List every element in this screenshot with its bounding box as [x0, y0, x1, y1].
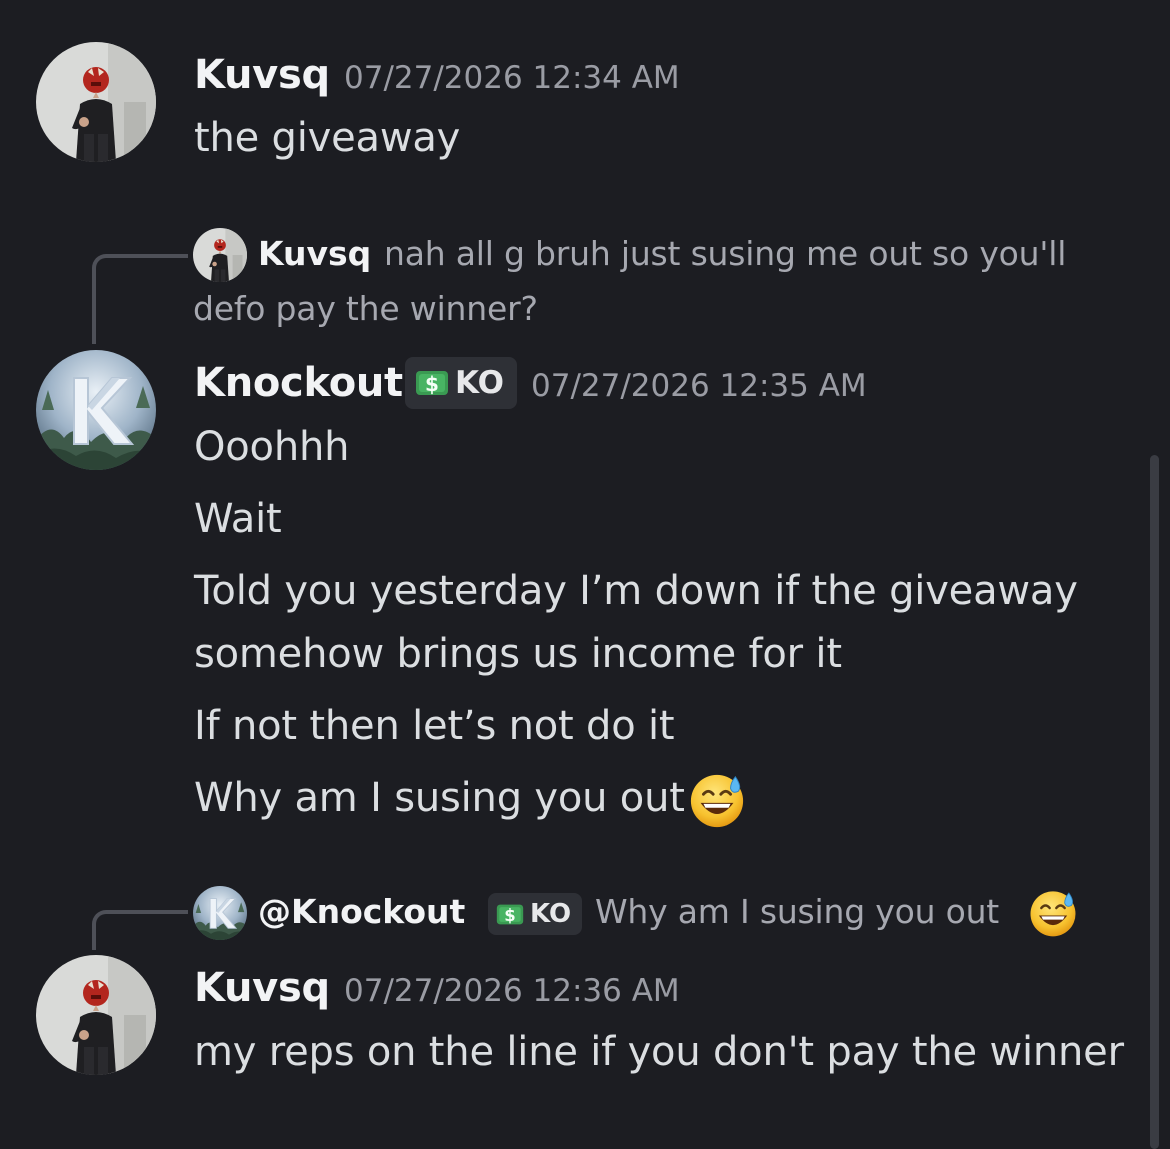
reply-spine	[92, 910, 188, 950]
message-text: my reps on the line if you don't pay the…	[194, 1029, 1124, 1075]
reply-author-mention[interactable]: @Knockout	[258, 892, 465, 931]
message-text: Ooohhh	[194, 424, 350, 470]
reply-avatar-kuvsq[interactable]	[193, 228, 247, 282]
server-tag[interactable]: KO	[405, 357, 517, 409]
scrollbar[interactable]	[1150, 455, 1159, 1149]
message-author[interactable]: Kuvsq	[194, 52, 330, 98]
message-text: Wait	[194, 496, 282, 542]
message-author[interactable]: Kuvsq	[194, 965, 330, 1011]
avatar-knockout[interactable]	[36, 350, 156, 470]
grinning-face-with-sweat-emoji	[688, 771, 746, 829]
avatar-kuvsq[interactable]	[36, 42, 156, 162]
server-tag[interactable]: KO	[488, 893, 582, 935]
tag-label: KO	[455, 365, 504, 401]
avatar-kuvsq[interactable]	[36, 955, 156, 1075]
dollar-bill-icon	[496, 902, 524, 927]
message-timestamp: 07/27/2026 12:36 AM	[344, 973, 680, 1009]
message-text: If not then let’s not do it	[194, 703, 675, 749]
grinning-face-with-sweat-emoji	[1028, 888, 1078, 938]
message-text: the giveaway	[194, 115, 461, 161]
dollar-bill-icon	[415, 368, 449, 398]
message-timestamp: 07/27/2026 12:34 AM	[344, 60, 680, 96]
message-timestamp: 07/27/2026 12:35 AM	[531, 368, 867, 404]
message-text: Told you yesterday I’m down if the givea…	[194, 568, 1078, 614]
reply-spine	[92, 254, 188, 344]
tag-label: KO	[530, 899, 572, 929]
message-text: Why am I susing you out	[194, 775, 685, 821]
reply-text-line-2[interactable]: defo pay the winner?	[193, 289, 538, 328]
reply-text[interactable]: Why am I susing you out	[595, 892, 999, 931]
message-text: somehow brings us income for it	[194, 631, 842, 677]
message-author[interactable]: Knockout	[194, 360, 403, 406]
reply-text-line-1[interactable]: nah all g bruh just susing me out so you…	[384, 234, 1066, 273]
reply-avatar-knockout[interactable]	[193, 886, 247, 940]
reply-author[interactable]: Kuvsq	[258, 234, 371, 273]
